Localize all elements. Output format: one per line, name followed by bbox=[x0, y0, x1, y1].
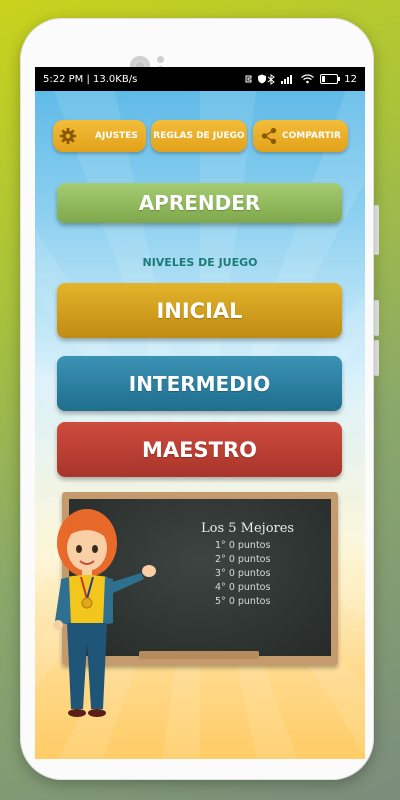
phone-side-button bbox=[374, 340, 379, 376]
scoreboard-title: Los 5 Mejores bbox=[201, 521, 295, 536]
status-notification-icons bbox=[244, 74, 267, 84]
sync-icon bbox=[245, 75, 252, 83]
status-right: 12 bbox=[267, 74, 357, 85]
intermedio-button[interactable]: INTERMEDIO bbox=[57, 356, 342, 411]
compartir-label: COMPARTIR bbox=[282, 131, 341, 141]
scoreboard-entry: 1° 0 puntos bbox=[215, 540, 271, 551]
aprender-button[interactable]: APRENDER bbox=[57, 183, 342, 223]
wifi-icon bbox=[301, 74, 315, 84]
sensor-dot bbox=[157, 56, 164, 63]
inicial-button[interactable]: INICIAL bbox=[57, 283, 342, 338]
signal-icon bbox=[281, 75, 293, 84]
battery-icon bbox=[320, 74, 341, 84]
phone-side-button bbox=[374, 205, 379, 255]
shield-icon bbox=[258, 74, 267, 84]
maestro-button[interactable]: MAESTRO bbox=[57, 422, 342, 477]
gear-icon bbox=[59, 127, 77, 145]
niveles-title: NIVELES DE JUEGO bbox=[142, 256, 258, 269]
status-bar: 5:22 PM | 13.0KB/s 12 bbox=[35, 67, 365, 91]
compartir-button[interactable]: COMPARTIR bbox=[253, 120, 348, 152]
scoreboard-entry: 4° 0 puntos bbox=[215, 582, 271, 593]
scoreboard-entry: 3° 0 puntos bbox=[215, 568, 271, 579]
bluetooth-icon bbox=[267, 73, 276, 85]
ajustes-button[interactable]: AJUSTES bbox=[53, 120, 146, 152]
battery-percent: 12 bbox=[344, 73, 357, 85]
scoreboard-entry: 5° 0 puntos bbox=[215, 596, 271, 607]
ajustes-label: AJUSTES bbox=[95, 131, 138, 141]
scoreboard-entry: 2° 0 puntos bbox=[215, 554, 271, 565]
reglas-label: REGLAS DE JUEGO bbox=[153, 131, 245, 141]
reglas-de-juego-button[interactable]: REGLAS DE JUEGO bbox=[151, 120, 247, 152]
share-icon bbox=[261, 127, 277, 145]
teacher-illustration bbox=[53, 509, 156, 717]
phone-side-button bbox=[374, 300, 379, 336]
